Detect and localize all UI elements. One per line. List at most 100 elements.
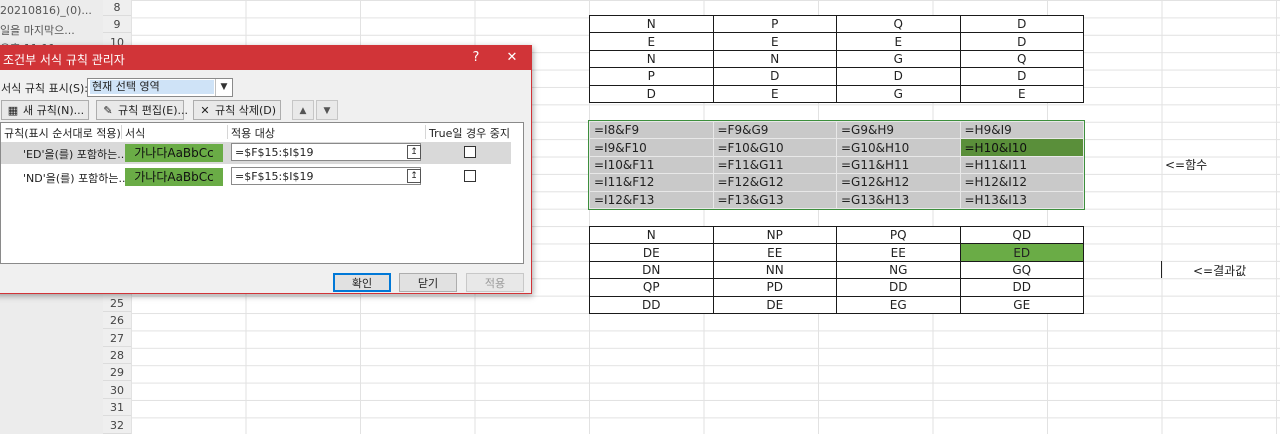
formula-cell[interactable]: =I10&F11 [589,155,714,175]
result-cell[interactable]: EG [836,295,961,314]
row-number[interactable]: 25 [103,295,131,312]
data-cell[interactable]: D [959,14,1084,34]
result-cell[interactable]: PQ [836,225,961,245]
applies-to-field[interactable]: =$F$15:$I$19 [231,167,421,185]
new-rule-label: 새 규칙(N)... [23,104,85,117]
arrow-down-icon: ▼ [323,106,331,116]
result-cell[interactable]: QD [959,225,1084,245]
data-cell[interactable]: D [836,67,961,86]
formula-cell[interactable]: =I11&F12 [589,173,714,192]
edit-rule-button[interactable]: ✎ 규칙 편집(E)... [96,100,188,120]
table-row: N NP PQ QD [589,225,1084,245]
row-number[interactable]: 27 [103,330,131,347]
formula-cell[interactable]: =F13&G13 [712,190,837,209]
data-cell[interactable]: N [589,14,714,34]
scope-select[interactable]: 현재 선택 영역 ▼ [87,78,233,97]
data-cell[interactable]: D [959,67,1084,86]
result-cell[interactable]: DN [589,260,714,280]
data-cell[interactable]: G [836,49,961,69]
formula-cell[interactable]: =H9&I9 [959,120,1084,140]
row-number[interactable]: 31 [103,399,131,417]
data-cell[interactable]: D [959,32,1084,51]
new-rule-button[interactable]: ▦ 새 규칙(N)... [1,100,89,120]
result-cell[interactable]: DE [589,243,714,262]
collapse-range-icon[interactable]: ↥ [407,145,421,159]
result-cell[interactable]: NN [712,260,837,280]
result-cell[interactable]: GE [959,295,1084,314]
help-button[interactable]: ? [459,46,493,70]
result-cell[interactable]: N [589,225,714,245]
delete-rule-button[interactable]: ✕ 규칙 삭제(D) [193,100,281,120]
formula-cell[interactable]: =G11&H11 [836,155,961,175]
formula-cell[interactable]: =H10&I10 [959,138,1084,157]
formula-cell[interactable]: =H11&I11 [959,155,1084,175]
table-row: PDDD [589,67,1084,86]
data-cell[interactable]: E [589,32,714,51]
move-down-button[interactable]: ▼ [316,100,338,120]
row-number[interactable]: 32 [103,417,131,434]
table-row: DN NN NG GQ [589,260,1084,280]
formula-cell[interactable]: =F12&G12 [712,173,837,192]
row-number[interactable]: 29 [103,364,131,382]
table-row: NPQD [589,14,1084,34]
data-cell[interactable]: P [712,14,837,34]
result-cell[interactable]: DD [836,278,961,297]
data-cell[interactable]: E [959,84,1084,103]
chevron-down-icon[interactable]: ▼ [215,79,232,96]
formula-cell[interactable]: =I12&F13 [589,190,714,209]
stop-if-true-checkbox[interactable] [464,170,476,182]
formula-cell[interactable]: =I9&F10 [589,138,714,157]
result-cell[interactable]: ED [959,243,1084,262]
result-cell[interactable]: DD [589,295,714,314]
rule-row[interactable]: 'ED'을(를) 포함하는... 가나다AaBbCc =$F$15:$I$19 … [1,142,511,164]
result-cell[interactable]: QP [589,278,714,297]
result-cell[interactable]: NP [712,225,837,245]
formula-cell[interactable]: =I8&F9 [589,120,714,140]
formula-cell[interactable]: =G9&H9 [836,120,961,140]
row-number[interactable]: 9 [103,16,131,34]
data-cell[interactable]: D [589,84,714,103]
apply-button[interactable]: 적용 [466,273,524,292]
side-panel-item[interactable]: 일을 마지막으... [0,22,75,38]
formula-cell[interactable]: =G10&H10 [836,138,961,157]
data-cell[interactable]: D [712,67,837,86]
data-cell[interactable]: G [836,84,961,103]
formula-cell[interactable]: =G12&H12 [836,173,961,192]
stop-if-true-checkbox[interactable] [464,146,476,158]
close-button[interactable]: 닫기 [399,273,457,292]
scope-label: 서식 규칙 표시(S): [1,82,88,95]
row-number[interactable]: 28 [103,347,131,364]
result-cell[interactable]: EE [836,243,961,262]
formula-cell[interactable]: =G13&H13 [836,190,961,209]
data-cell[interactable]: Q [959,49,1084,69]
close-dialog-button[interactable]: ✕ [495,46,529,70]
data-cell[interactable]: N [712,49,837,69]
side-panel-item[interactable]: 20210816)_(0)... [0,4,92,17]
ok-button[interactable]: 확인 [333,273,391,292]
data-cell[interactable]: N [589,49,714,69]
row-number[interactable]: 30 [103,382,131,399]
result-cell[interactable]: DE [712,295,837,314]
column-header-format: 서식 [125,127,146,140]
data-cell[interactable]: P [589,67,714,86]
result-cell[interactable]: NG [836,260,961,280]
result-cell[interactable]: PD [712,278,837,297]
formula-cell[interactable]: =F10&G10 [712,138,837,157]
data-cell[interactable]: E [712,84,837,103]
move-up-button[interactable]: ▲ [292,100,314,120]
data-cell[interactable]: E [836,32,961,51]
collapse-range-icon[interactable]: ↥ [407,169,421,183]
result-cell[interactable]: EE [712,243,837,262]
rule-row[interactable]: 'ND'을(를) 포함하는... 가나다AaBbCc =$F$15:$I$19 … [1,166,511,188]
data-cell[interactable]: Q [836,14,961,34]
result-cell[interactable]: GQ [959,260,1084,280]
formula-cell[interactable]: =H13&I13 [959,190,1084,209]
row-number[interactable]: 26 [103,312,131,330]
result-cell[interactable]: DD [959,278,1084,297]
row-number[interactable]: 8 [103,0,131,16]
data-cell[interactable]: E [712,32,837,51]
formula-cell[interactable]: =F9&G9 [712,120,837,140]
formula-cell[interactable]: =H12&I12 [959,173,1084,192]
formula-cell[interactable]: =F11&G11 [712,155,837,175]
applies-to-field[interactable]: =$F$15:$I$19 [231,143,421,161]
